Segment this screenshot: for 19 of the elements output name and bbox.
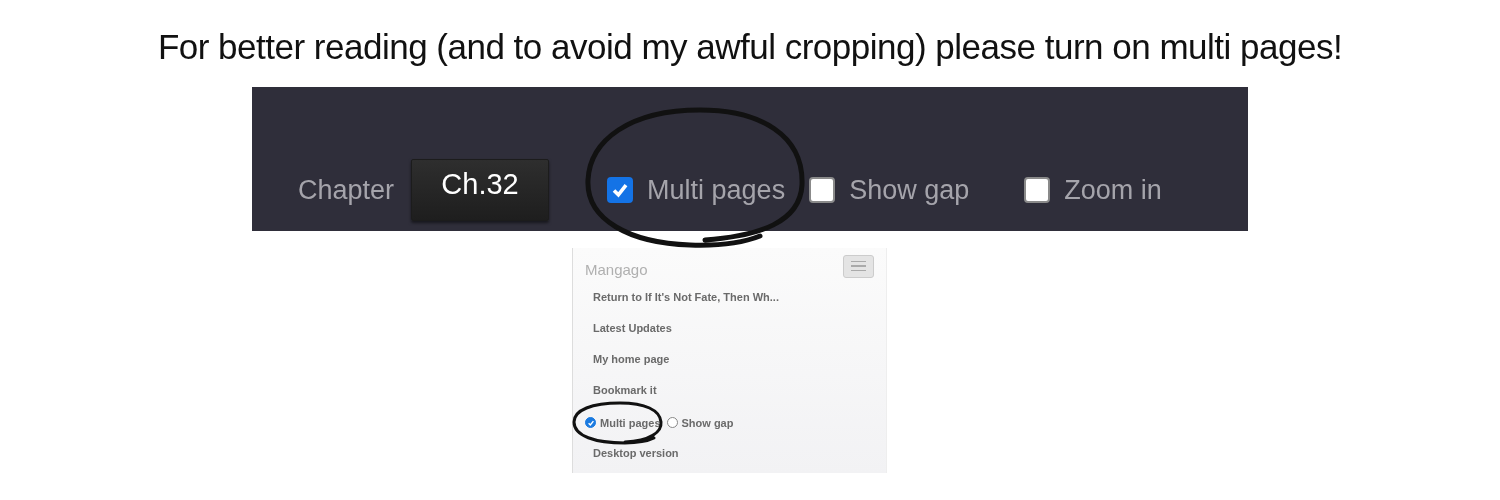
option-label: Multi pages — [647, 174, 786, 206]
chapter-label: Chapter — [298, 174, 395, 206]
site-logo: Mangago — [585, 260, 648, 278]
checkbox[interactable] — [585, 417, 596, 428]
chapter-button[interactable]: Ch.32 — [411, 159, 550, 221]
option-label: Show gap — [681, 416, 734, 429]
option-label: Show gap — [849, 174, 970, 206]
menu-item[interactable]: Return to If It's Not Fate, Then Wh... — [593, 282, 874, 313]
checkbox[interactable] — [1024, 177, 1051, 203]
menu-item[interactable]: My home page — [593, 344, 874, 375]
caption-text: For better reading (and to avoid my awful cropping) please turn on multi pages! — [157, 26, 1343, 68]
menu-item[interactable]: Latest Updates — [593, 313, 874, 344]
option-label: Zoom in — [1064, 174, 1162, 206]
checkbox[interactable] — [809, 177, 836, 203]
menu-item[interactable]: Bookmark it — [593, 375, 874, 406]
checkbox[interactable] — [666, 417, 678, 428]
checkbox[interactable] — [607, 177, 634, 203]
check-icon — [586, 418, 595, 427]
menu-item[interactable]: Desktop version — [593, 438, 874, 469]
